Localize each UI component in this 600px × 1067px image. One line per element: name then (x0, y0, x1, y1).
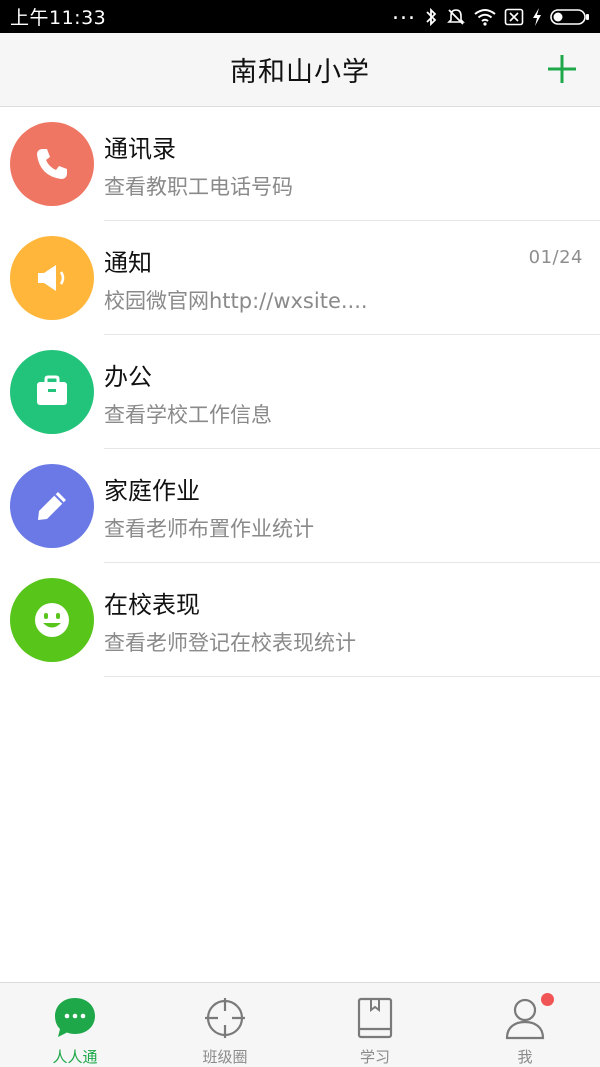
tab-renrentong[interactable]: 人人通 (0, 983, 150, 1067)
sim-blocked-icon (504, 8, 524, 25)
tab-study[interactable]: 学习 (300, 983, 450, 1067)
tab-label: 我 (517, 1048, 533, 1066)
tab-label: 人人通 (52, 1048, 98, 1066)
status-dots: ... (392, 0, 416, 25)
page-title: 南和山小学 (230, 57, 370, 88)
list-item-subtitle: 查看学校工作信息 (104, 403, 272, 427)
list-item-subtitle: 查看老师登记在校表现统计 (104, 631, 356, 655)
list-item-office[interactable]: 办公 查看学校工作信息 (0, 335, 600, 449)
divider (104, 676, 600, 677)
status-time: 上午11:33 (10, 7, 107, 29)
book-icon (352, 995, 398, 1041)
megaphone-icon (38, 265, 65, 291)
phone-icon (37, 149, 67, 179)
feature-list: 通讯录 查看教职工电话号码 通知 01/24 校园微官网http://wxsit… (0, 107, 600, 677)
pencil-icon (38, 492, 66, 520)
tab-me[interactable]: 我 (450, 983, 600, 1067)
list-item-title: 家庭作业 (104, 477, 200, 505)
title-bar: 南和山小学 (0, 33, 600, 107)
notice-avatar (10, 236, 94, 320)
list-item-performance[interactable]: 在校表现 查看老师登记在校表现统计 (0, 563, 600, 677)
status-bar: 上午11:33 ... (0, 0, 600, 33)
mute-icon (447, 8, 465, 25)
tab-label: 学习 (359, 1048, 390, 1066)
list-item-title: 在校表现 (104, 591, 200, 619)
list-item-subtitle: 校园微官网http://wxsite.... (104, 289, 368, 313)
list-item-title: 通知 (104, 249, 152, 277)
performance-avatar (10, 578, 94, 662)
bluetooth-icon (426, 7, 437, 26)
charging-icon (533, 7, 541, 26)
tab-label: 班级圈 (202, 1048, 248, 1066)
list-item-subtitle: 查看教职工电话号码 (104, 175, 293, 199)
contacts-avatar (10, 122, 94, 206)
homework-avatar (10, 464, 94, 548)
notification-badge-dot (541, 993, 554, 1006)
tab-class-circle[interactable]: 班级圈 (150, 983, 300, 1067)
list-item-date: 01/24 (528, 247, 583, 268)
briefcase-icon (37, 375, 67, 405)
list-item-title: 办公 (104, 363, 152, 391)
crosshair-icon (202, 995, 248, 1041)
status-icons: ... (392, 1, 590, 27)
list-item-notice[interactable]: 通知 01/24 校园微官网http://wxsite.... (0, 221, 600, 335)
bottom-tab-bar: 人人通 班级圈 学习 我 (0, 982, 600, 1067)
list-item-subtitle: 查看老师布置作业统计 (104, 517, 314, 541)
smiley-icon (35, 603, 69, 637)
list-item-title: 通讯录 (104, 135, 176, 163)
plus-icon[interactable] (542, 49, 582, 89)
wifi-icon (474, 8, 496, 26)
office-avatar (10, 350, 94, 434)
list-item-homework[interactable]: 家庭作业 查看老师布置作业统计 (0, 449, 600, 563)
list-item-contacts[interactable]: 通讯录 查看教职工电话号码 (0, 107, 600, 221)
battery-icon (550, 8, 589, 25)
user-icon (502, 993, 554, 1041)
chat-bubble-icon (52, 995, 98, 1041)
